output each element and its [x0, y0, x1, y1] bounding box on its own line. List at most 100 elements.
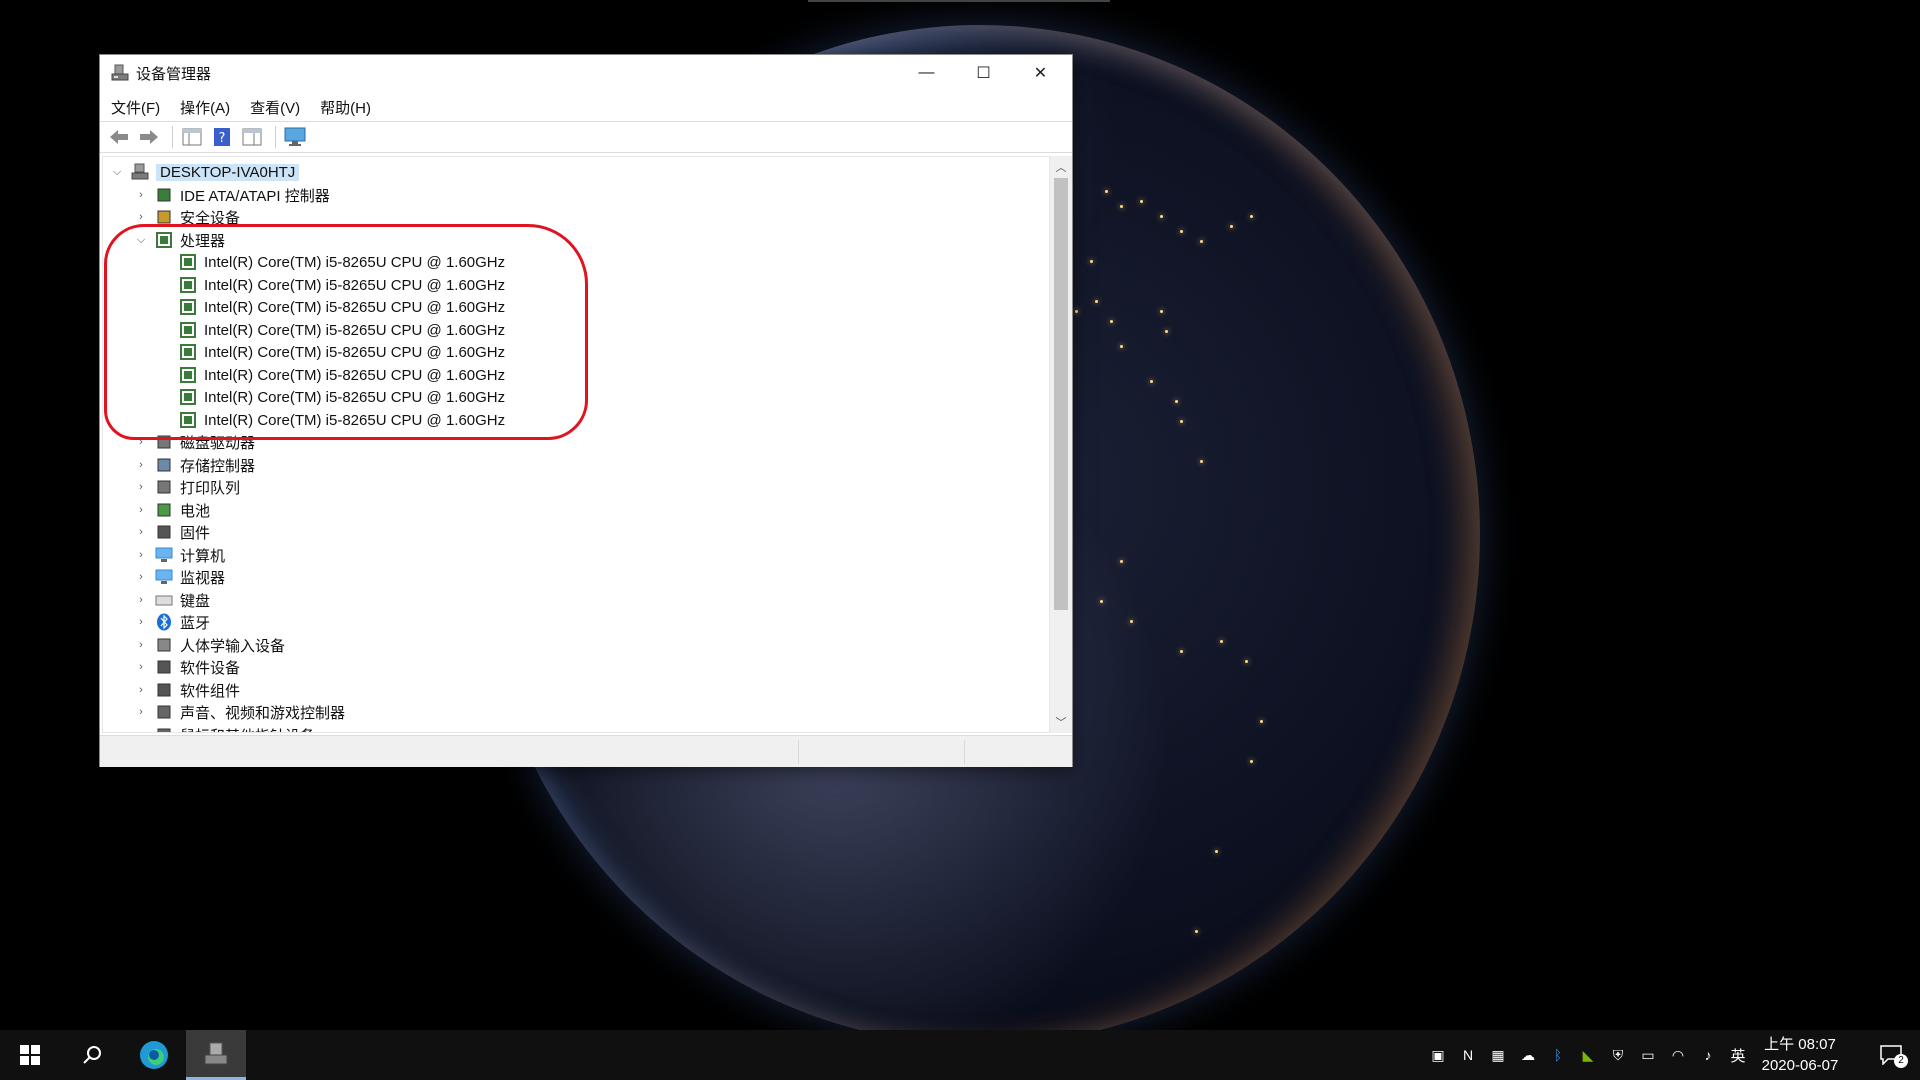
- back-button[interactable]: [106, 125, 132, 149]
- tree-category[interactable]: › 固件: [133, 521, 210, 543]
- help-icon: ?: [214, 128, 230, 146]
- properties-button[interactable]: [239, 125, 265, 149]
- tree-item-label: 电池: [180, 502, 211, 520]
- chevron-right-icon[interactable]: ›: [133, 211, 149, 223]
- city-light: [1130, 620, 1133, 623]
- cloud-icon[interactable]: ☁: [1518, 1045, 1538, 1065]
- clock-time: 上午 08:07: [1764, 1036, 1836, 1053]
- city-light: [1140, 200, 1143, 203]
- clock[interactable]: 上午 08:07 2020-06-07: [1752, 1034, 1848, 1076]
- bluetooth-icon[interactable]: ᛒ: [1548, 1045, 1568, 1065]
- bluetooth-icon: [155, 613, 173, 631]
- tree-category[interactable]: › 键盘: [133, 589, 210, 611]
- scroll-thumb[interactable]: [1054, 178, 1068, 610]
- chevron-right-icon[interactable]: ›: [133, 616, 149, 628]
- tree-category[interactable]: › 打印队列: [133, 476, 240, 498]
- tree-category[interactable]: › 计算机: [133, 544, 225, 566]
- tree-root[interactable]: ⌵ DESKTOP-IVA0HTJ: [109, 161, 300, 183]
- tree-category[interactable]: › 蓝牙: [133, 611, 210, 633]
- wifi-icon[interactable]: ◠: [1668, 1045, 1688, 1065]
- color-app-icon[interactable]: ▦: [1488, 1045, 1508, 1065]
- firmware-icon: [155, 523, 173, 541]
- chevron-right-icon[interactable]: ›: [133, 729, 149, 732]
- chevron-right-icon[interactable]: ›: [133, 639, 149, 651]
- scroll-down-arrow-icon[interactable]: ﹀: [1050, 713, 1072, 731]
- city-light: [1120, 560, 1123, 563]
- chevron-right-icon[interactable]: ›: [133, 549, 149, 561]
- chevron-right-icon[interactable]: ›: [133, 571, 149, 583]
- vertical-scrollbar[interactable]: ︿ ﹀: [1050, 156, 1072, 733]
- tree-item-label: 软件组件: [180, 682, 241, 700]
- menu-bar: 文件(F) 操作(A) 查看(V) 帮助(H): [100, 93, 391, 121]
- device-manager-taskbar-button[interactable]: [186, 1030, 246, 1080]
- menu-file[interactable]: 文件(F): [111, 97, 160, 118]
- close-button[interactable]: ✕: [1012, 55, 1069, 91]
- city-light: [1160, 310, 1163, 313]
- network-app-icon[interactable]: ▣: [1428, 1045, 1448, 1065]
- back-arrow-icon: [110, 130, 128, 144]
- city-light: [1120, 205, 1123, 208]
- battery-icon[interactable]: ▭: [1638, 1045, 1658, 1065]
- ime-indicator[interactable]: 英: [1728, 1045, 1748, 1065]
- tree-item-label: 监视器: [180, 569, 226, 587]
- tree-category[interactable]: › 声音、视频和游戏控制器: [133, 701, 345, 723]
- mouse-icon: [155, 726, 173, 732]
- city-light: [1075, 310, 1078, 313]
- scan-hardware-button[interactable]: [282, 125, 308, 149]
- notification-center-button[interactable]: 2: [1866, 1030, 1916, 1080]
- scroll-up-arrow-icon[interactable]: ︿: [1050, 158, 1072, 176]
- tree-category[interactable]: › IDE ATA/ATAPI 控制器: [133, 184, 330, 206]
- chevron-right-icon[interactable]: ›: [133, 661, 149, 673]
- status-bar: [100, 735, 1072, 767]
- tree-category[interactable]: › 软件组件: [133, 679, 240, 701]
- show-hide-tree-button[interactable]: [179, 125, 205, 149]
- maximize-icon: ☐: [976, 65, 991, 82]
- tree-category[interactable]: › 人体学输入设备: [133, 634, 285, 656]
- city-light: [1180, 650, 1183, 653]
- defender-icon[interactable]: ⛨: [1608, 1045, 1628, 1065]
- root-label: DESKTOP-IVA0HTJ: [156, 163, 300, 181]
- properties-icon: [182, 128, 202, 146]
- computer-root-icon: [131, 163, 149, 181]
- chevron-right-icon[interactable]: ›: [133, 526, 149, 538]
- maximize-button[interactable]: ☐: [955, 55, 1012, 91]
- help-button[interactable]: ?: [209, 125, 235, 149]
- start-icon: [20, 1045, 40, 1065]
- chevron-right-icon[interactable]: ›: [133, 594, 149, 606]
- minimize-button[interactable]: —: [898, 55, 955, 91]
- tree-category[interactable]: › 鼠标和其他指针设备: [133, 724, 315, 733]
- menu-help[interactable]: 帮助(H): [320, 97, 371, 118]
- onenote-icon[interactable]: N: [1458, 1045, 1478, 1065]
- forward-button[interactable]: [136, 125, 162, 149]
- chevron-right-icon[interactable]: ›: [133, 459, 149, 471]
- chevron-down-icon[interactable]: ⌵: [109, 166, 125, 179]
- chevron-right-icon[interactable]: ›: [133, 684, 149, 696]
- city-light: [1120, 345, 1123, 348]
- chevron-right-icon[interactable]: ›: [133, 481, 149, 493]
- title-bar[interactable]: 设备管理器 — ☐ ✕: [100, 55, 1072, 91]
- tree-item-label: 鼠标和其他指针设备: [180, 725, 315, 733]
- chevron-right-icon[interactable]: ›: [133, 706, 149, 718]
- start-button[interactable]: [0, 1030, 60, 1080]
- city-light: [1100, 600, 1103, 603]
- view-icon: [242, 128, 262, 146]
- volume-icon[interactable]: ♪: [1698, 1045, 1718, 1065]
- audio-icon: [155, 703, 173, 721]
- tree-category[interactable]: › 监视器: [133, 566, 225, 588]
- menu-action[interactable]: 操作(A): [180, 97, 230, 118]
- taskbar: ▣ N ▦ ☁ ᛒ ◣ ⛨ ▭ ◠ ♪ 英 上午 08:07 2020-06-07 2: [0, 1030, 1920, 1080]
- keyboard-icon: [155, 591, 173, 609]
- search-button[interactable]: [62, 1030, 122, 1080]
- tree-category[interactable]: › 软件设备: [133, 656, 240, 678]
- chevron-right-icon[interactable]: ›: [133, 504, 149, 516]
- menu-view[interactable]: 查看(V): [250, 97, 300, 118]
- tree-item-label: 蓝牙: [180, 614, 211, 632]
- tree-category[interactable]: › 存储控制器: [133, 454, 255, 476]
- chevron-right-icon[interactable]: ›: [133, 189, 149, 201]
- tree-item-label: 声音、视频和游戏控制器: [180, 704, 346, 722]
- tree-category[interactable]: › 电池: [133, 499, 210, 521]
- edge-taskbar-button[interactable]: [124, 1030, 184, 1080]
- nvidia-icon[interactable]: ◣: [1578, 1045, 1598, 1065]
- forward-arrow-icon: [140, 130, 158, 144]
- device-manager-icon: [204, 1042, 228, 1064]
